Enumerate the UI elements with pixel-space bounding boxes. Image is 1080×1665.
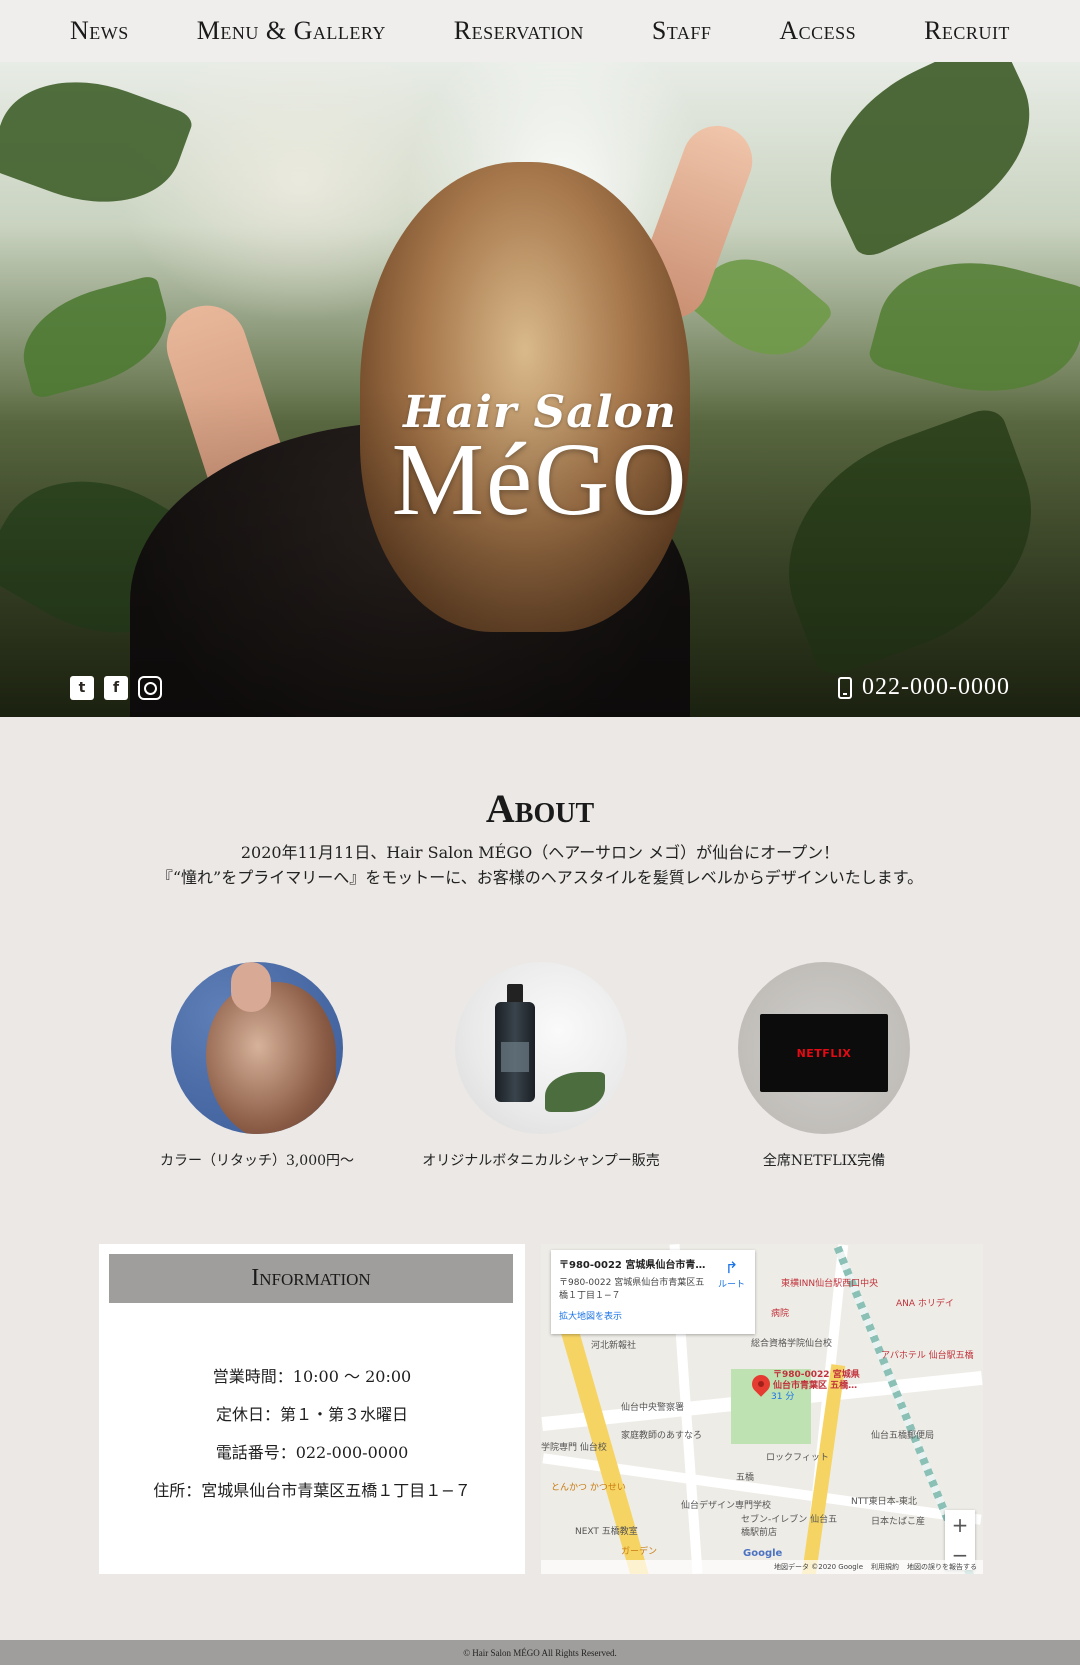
info-phone: 電話番号：022-000-0000 — [215, 1443, 409, 1462]
map-label: とんかつ かつせい — [551, 1483, 626, 1493]
map-label: 病院 — [771, 1309, 790, 1319]
feature-netflix: NETFLIX 全席NETFLIX完備 — [674, 962, 974, 1170]
instagram-icon[interactable] — [138, 676, 162, 700]
map-info-card: 〒980-0022 宮城県仙台市青葉... 〒980-0022 宮城県仙台市青葉… — [551, 1250, 755, 1334]
map-label: 仙台デザイン専門学校 — [681, 1501, 772, 1511]
hero-phone[interactable]: 022-000-0000 — [838, 674, 1010, 701]
social-links: t f — [70, 676, 162, 700]
map-label: 学院専門 仙台校 — [541, 1443, 607, 1453]
map-label: ガーデン — [621, 1547, 658, 1557]
information-title: Information — [109, 1254, 513, 1303]
map-label: ロックフィット — [766, 1453, 829, 1463]
pin-label: 〒980-0022 宮城県仙台市青葉区 五橋… — [773, 1370, 860, 1391]
about-line: 2020年11月11日、Hair Salon MÉGO（ヘアーサロン メゴ）が仙… — [240, 843, 840, 862]
hero-phone-number: 022-000-0000 — [862, 674, 1010, 700]
feature-caption: カラー（リタッチ）3,000円〜 — [159, 1153, 355, 1169]
zoom-in-button[interactable]: + — [952, 1513, 969, 1537]
bottle-label — [501, 1042, 529, 1072]
hero-image: Hair Salon MéGO t f 022-000-0000 — [0, 62, 1080, 717]
nav-access[interactable]: Access — [779, 16, 856, 46]
map-label: 日本たばこ産 — [871, 1517, 926, 1527]
info-hours: 営業時間：10:00 〜 20:00 — [212, 1367, 412, 1386]
feature-caption: 全席NETFLIX完備 — [762, 1153, 886, 1169]
information-list: 営業時間：10:00 〜 20:00 定休日：第１・第３水曜日 電話番号：022… — [99, 1358, 525, 1510]
info-address: 住所：宮城県仙台市青葉区五橋１丁目１−７ — [153, 1481, 471, 1500]
site-footer: © Hair Salon MÉGO All Rights Reserved. — [0, 1640, 1080, 1665]
map-label: NTT東日本-東北 — [851, 1497, 917, 1507]
map-card-address: 〒980-0022 宮城県仙台市青葉区五橋１丁目１−７ — [559, 1278, 705, 1301]
feature-shampoo: オリジナルボタニカルシャンプー販売 — [391, 962, 691, 1170]
map-data-credit: 地図データ ©2020 Google — [774, 1563, 863, 1571]
feature-shampoo-image — [455, 962, 627, 1134]
plant-leaf — [545, 1072, 605, 1112]
tv-screen: NETFLIX — [760, 1014, 888, 1092]
salon-logo: Hair Salon MéGO — [380, 387, 700, 537]
map-label: 家庭教師のあすなろ — [621, 1431, 703, 1441]
smartphone-icon — [838, 676, 853, 699]
map-label: ANA ホリデイ — [896, 1299, 954, 1309]
nav-recruit[interactable]: Recruit — [924, 16, 1010, 46]
map-label: 総合資格学院仙台校 — [751, 1339, 833, 1349]
map-label: セブン-イレブン 仙台五橋駅前店 — [741, 1515, 838, 1538]
hand-shape — [231, 962, 271, 1012]
information-panel: Information 営業時間：10:00 〜 20:00 定休日：第１・第３… — [99, 1244, 525, 1574]
map-terms-link[interactable]: 利用規約 — [871, 1562, 899, 1572]
map-label: 五橋 — [736, 1473, 755, 1483]
main-nav: News Menu & Gallery Reservation Staff Ac… — [0, 0, 1080, 62]
google-map[interactable]: 東横INN仙台駅西口中央 ANA ホリデイ 総合資格学院仙台校 アパホテル 仙台… — [541, 1244, 983, 1574]
route-label: ルート — [717, 1280, 745, 1290]
map-card-title: 〒980-0022 宮城県仙台市青葉... — [559, 1260, 709, 1271]
map-label: 東横INN仙台駅西口中央 — [781, 1279, 879, 1289]
about-line: 『“憧れ”をプライマリーへ』をモットーに、お客様のヘアスタイルを髪質レベルからデ… — [156, 868, 924, 887]
twitter-icon[interactable]: t — [70, 676, 94, 700]
hair-shape — [206, 982, 336, 1134]
netflix-logo: NETFLIX — [796, 1046, 852, 1060]
feature-color-image — [171, 962, 343, 1134]
directions-icon: ↱ — [724, 1258, 739, 1277]
map-label: 仙台中央警察署 — [621, 1403, 685, 1413]
about-text: 2020年11月11日、Hair Salon MÉGO（ヘアーサロン メゴ）が仙… — [0, 840, 1080, 890]
info-closed: 定休日：第１・第３水曜日 — [215, 1405, 408, 1424]
map-label: 河北新報社 — [591, 1341, 637, 1351]
map-enlarge-link[interactable]: 拡大地図を表示 — [559, 1309, 747, 1322]
route-button[interactable]: ↱ ルート — [718, 1258, 745, 1290]
copyright-text: © Hair Salon MÉGO All Rights Reserved. — [463, 1647, 617, 1658]
map-label: 仙台五橋郵便局 — [871, 1431, 935, 1441]
map-footer: 地図データ ©2020 Google 利用規約 地図の誤りを報告する — [541, 1560, 983, 1574]
nav-news[interactable]: News — [70, 16, 129, 46]
map-label: NEXT 五橋教室 — [575, 1527, 638, 1537]
nav-reservation[interactable]: Reservation — [454, 16, 584, 46]
nav-menu-gallery[interactable]: Menu & Gallery — [197, 16, 386, 46]
facebook-icon[interactable]: f — [104, 676, 128, 700]
map-report-link[interactable]: 地図の誤りを報告する — [907, 1562, 977, 1572]
feature-color: カラー（リタッチ）3,000円〜 — [107, 962, 407, 1170]
feature-caption: オリジナルボタニカルシャンプー販売 — [422, 1153, 660, 1169]
nav-staff[interactable]: Staff — [652, 16, 712, 46]
about-title: About — [485, 786, 595, 831]
map-label: アパホテル 仙台駅五橋 — [881, 1351, 974, 1361]
google-logo: Google — [743, 1548, 783, 1559]
logo-brand-text: MéGO — [391, 422, 689, 537]
feature-netflix-image: NETFLIX — [738, 962, 910, 1134]
